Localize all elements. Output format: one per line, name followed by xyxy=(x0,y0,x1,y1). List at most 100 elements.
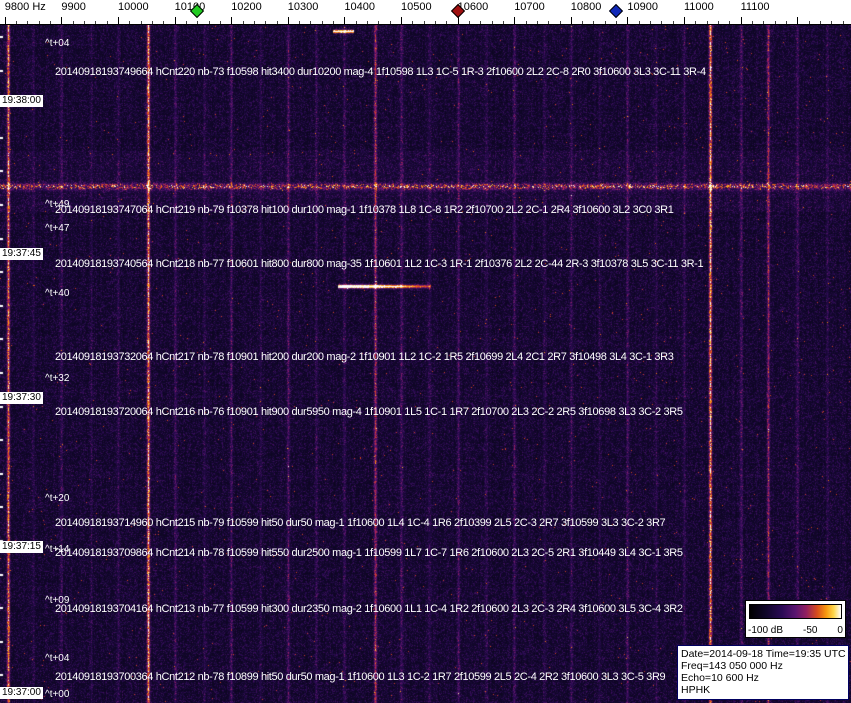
ruler-tick xyxy=(27,21,29,24)
ruler-tick xyxy=(378,21,380,24)
ruler-tick xyxy=(219,21,221,24)
ruler-tick xyxy=(570,17,572,24)
ruler-tick xyxy=(480,21,482,24)
ruler-tick xyxy=(299,21,301,24)
ruler-tick xyxy=(729,21,731,24)
ruler-tick xyxy=(84,21,85,24)
ruler-tick xyxy=(616,21,618,24)
ruler-tick xyxy=(423,21,425,24)
ruler-tick xyxy=(163,21,165,24)
ruler-tick xyxy=(514,17,516,24)
ruler-tick xyxy=(819,21,821,24)
ruler-tick xyxy=(208,21,210,24)
ruler-frequency-label: 9900 xyxy=(61,1,86,13)
ruler-tick xyxy=(582,21,584,24)
spectrogram-display[interactable] xyxy=(0,25,851,703)
ruler-tick xyxy=(321,21,323,24)
ruler-frequency-label: 10300 xyxy=(287,1,319,13)
ruler-tick xyxy=(344,17,346,24)
ruler-tick xyxy=(265,21,267,24)
ruler-tick xyxy=(197,21,199,24)
legend-min-label: -100 dB xyxy=(748,625,784,636)
ruler-tick xyxy=(468,21,470,24)
ruler-tick xyxy=(525,21,527,24)
ruler-frequency-label: 9800 Hz xyxy=(4,1,46,13)
ruler-tick xyxy=(287,17,289,24)
color-gradient-bar xyxy=(749,604,842,619)
ruler-tick xyxy=(333,21,335,24)
ruler-tick xyxy=(604,21,606,24)
ruler-frequency-label: 10500 xyxy=(401,1,432,13)
ruler-frequency-label: 10900 xyxy=(627,1,658,13)
ruler-frequency-label: 10400 xyxy=(344,1,375,13)
ruler-tick xyxy=(763,21,765,24)
ruler-tick xyxy=(785,21,787,24)
info-frequency: Freq=143 050 000 Hz xyxy=(681,660,783,672)
ruler-tick xyxy=(16,21,18,24)
ruler-tick xyxy=(185,21,187,24)
ruler-tick xyxy=(706,21,708,24)
ruler-tick xyxy=(808,21,810,24)
ruler-tick xyxy=(310,21,312,24)
ruler-frequency-label: 10200 xyxy=(231,1,262,13)
ruler-tick xyxy=(502,21,504,24)
ruler-frequency-label: 10800 xyxy=(570,1,602,13)
info-date-time: Date=2014-09-18 Time=19:35 UTC xyxy=(681,648,846,660)
ruler-tick xyxy=(231,17,233,24)
ruler-tick xyxy=(831,21,833,24)
info-station-code: HPHK xyxy=(681,684,711,696)
ruler-tick xyxy=(276,21,278,24)
ruler-tick xyxy=(412,21,414,24)
ruler-tick xyxy=(536,21,538,24)
ruler-marker-blue-diamond-icon[interactable] xyxy=(609,3,624,19)
ruler-tick xyxy=(61,17,63,24)
ruler-tick xyxy=(50,21,52,24)
ruler-tick xyxy=(242,21,244,24)
legend-max-label: 0 xyxy=(837,625,843,636)
ruler-tick xyxy=(661,21,663,24)
ruler-tick xyxy=(650,21,651,24)
ruler-tick xyxy=(95,21,97,24)
ruler-tick xyxy=(593,21,595,24)
legend-mid-label: -50 xyxy=(803,625,818,636)
ruler-tick xyxy=(401,17,402,24)
ruler-tick xyxy=(842,21,844,24)
ruler-tick xyxy=(140,21,142,24)
ruler-tick xyxy=(389,21,391,24)
ruler-tick xyxy=(38,21,40,24)
meteor-spectrogram-window: 9800 Hz 9900 10000 10100 10200 10300 10400 1050… xyxy=(0,0,851,703)
status-info-box: Date=2014-09-18 Time=19:35 UTC Freq=143 … xyxy=(677,645,849,700)
ruler-tick xyxy=(740,17,742,24)
info-echo-frequency: Echo=10 600 Hz xyxy=(681,672,759,684)
ruler-tick xyxy=(152,21,153,24)
ruler-frequency-label: 10700 xyxy=(514,1,545,13)
ruler-tick xyxy=(797,17,799,24)
ruler-frequency-label: 10000 xyxy=(118,1,149,13)
ruler-tick xyxy=(548,21,550,24)
ruler-tick xyxy=(174,17,176,24)
ruler-tick xyxy=(751,21,753,24)
ruler-tick xyxy=(106,21,108,24)
ruler-frequency-label: 11100 xyxy=(740,1,770,13)
ruler-tick xyxy=(491,21,493,24)
color-scale-legend: -100 dB -50 0 xyxy=(745,600,846,638)
ruler-tick xyxy=(435,21,436,24)
ruler-tick xyxy=(355,21,357,24)
ruler-tick xyxy=(253,21,255,24)
legend-labels: -100 dB -50 0 xyxy=(748,625,843,636)
ruler-tick xyxy=(774,21,776,24)
ruler-tick xyxy=(367,21,368,24)
ruler-tick xyxy=(684,17,685,24)
ruler-tick xyxy=(4,17,6,24)
ruler-tick xyxy=(446,21,448,24)
frequency-ruler: 9800 Hz 9900 10000 10100 10200 10300 10400 1050… xyxy=(0,0,851,25)
ruler-frequency-label: 11000 xyxy=(684,1,714,13)
ruler-tick xyxy=(118,17,119,24)
ruler-tick xyxy=(627,17,629,24)
ruler-tick xyxy=(638,21,640,24)
ruler-tick xyxy=(559,21,561,24)
ruler-tick xyxy=(718,21,719,24)
ruler-tick xyxy=(672,21,674,24)
ruler-tick xyxy=(695,21,697,24)
ruler-tick xyxy=(129,21,131,24)
